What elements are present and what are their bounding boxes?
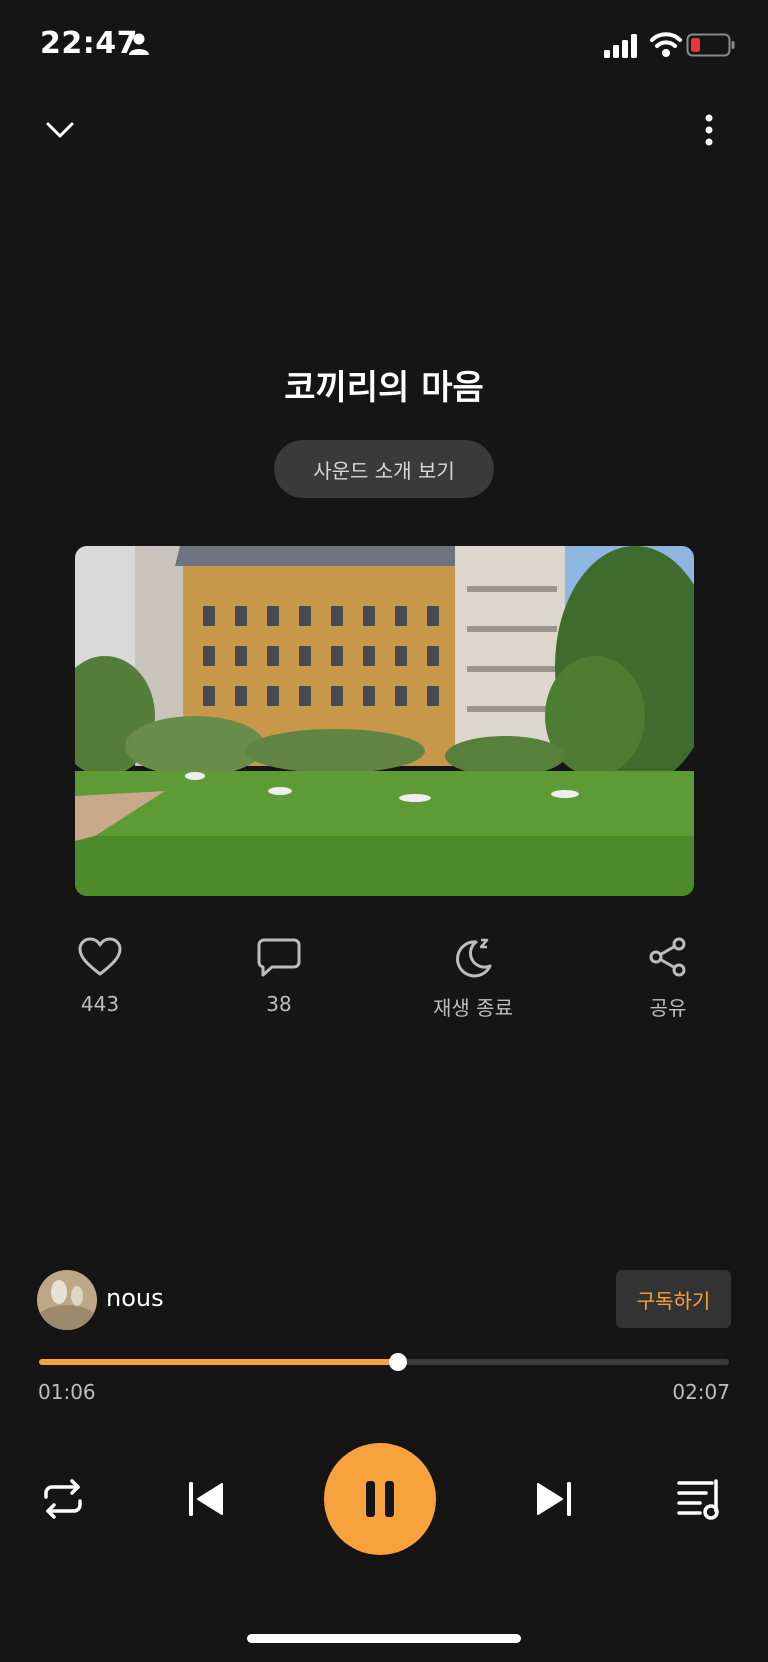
current-time: 01:06	[38, 1380, 96, 1404]
like-action[interactable]: 443	[20, 936, 180, 1016]
signal-icon	[604, 34, 637, 58]
skip-next-icon[interactable]	[534, 1479, 574, 1519]
pause-button[interactable]	[324, 1443, 436, 1555]
sleep-timer-action[interactable]: 재생 종료	[393, 936, 553, 1021]
sleep-timer-icon	[456, 938, 492, 978]
status-time: 22:47	[40, 26, 138, 61]
chevron-down-icon[interactable]	[40, 112, 80, 148]
total-time: 02:07	[672, 1380, 730, 1404]
battery-icon	[686, 33, 735, 57]
comment-action[interactable]: 38	[199, 936, 359, 1016]
share-icon	[649, 937, 686, 977]
playlist-icon[interactable]	[676, 1477, 726, 1521]
progress-fill	[39, 1359, 398, 1365]
share-action[interactable]: 공유	[588, 936, 748, 1021]
pause-icon	[366, 1481, 394, 1517]
home-indicator[interactable]	[247, 1634, 521, 1643]
channel-name[interactable]: nous	[106, 1284, 164, 1312]
comment-icon	[257, 938, 301, 977]
track-title: 코끼리의 마음	[284, 368, 484, 408]
comment-count: 38	[266, 992, 292, 1016]
progress-bar[interactable]	[39, 1353, 729, 1371]
sleep-timer-label: 재생 종료	[433, 996, 513, 1020]
skip-previous-icon[interactable]	[186, 1479, 226, 1519]
avatar[interactable]	[37, 1270, 97, 1330]
subscribe-button[interactable]: 구독하기	[616, 1270, 731, 1328]
sound-intro-button[interactable]: 사운드 소개 보기	[274, 440, 494, 498]
person-icon	[129, 33, 149, 55]
wifi-icon	[650, 32, 682, 57]
cover-image	[75, 546, 694, 896]
progress-knob[interactable]	[388, 1353, 407, 1371]
like-count: 443	[80, 992, 120, 1016]
more-vertical-icon[interactable]	[694, 110, 724, 150]
repeat-icon[interactable]	[40, 1477, 86, 1521]
share-label: 공유	[649, 996, 687, 1020]
heart-icon	[78, 937, 122, 976]
